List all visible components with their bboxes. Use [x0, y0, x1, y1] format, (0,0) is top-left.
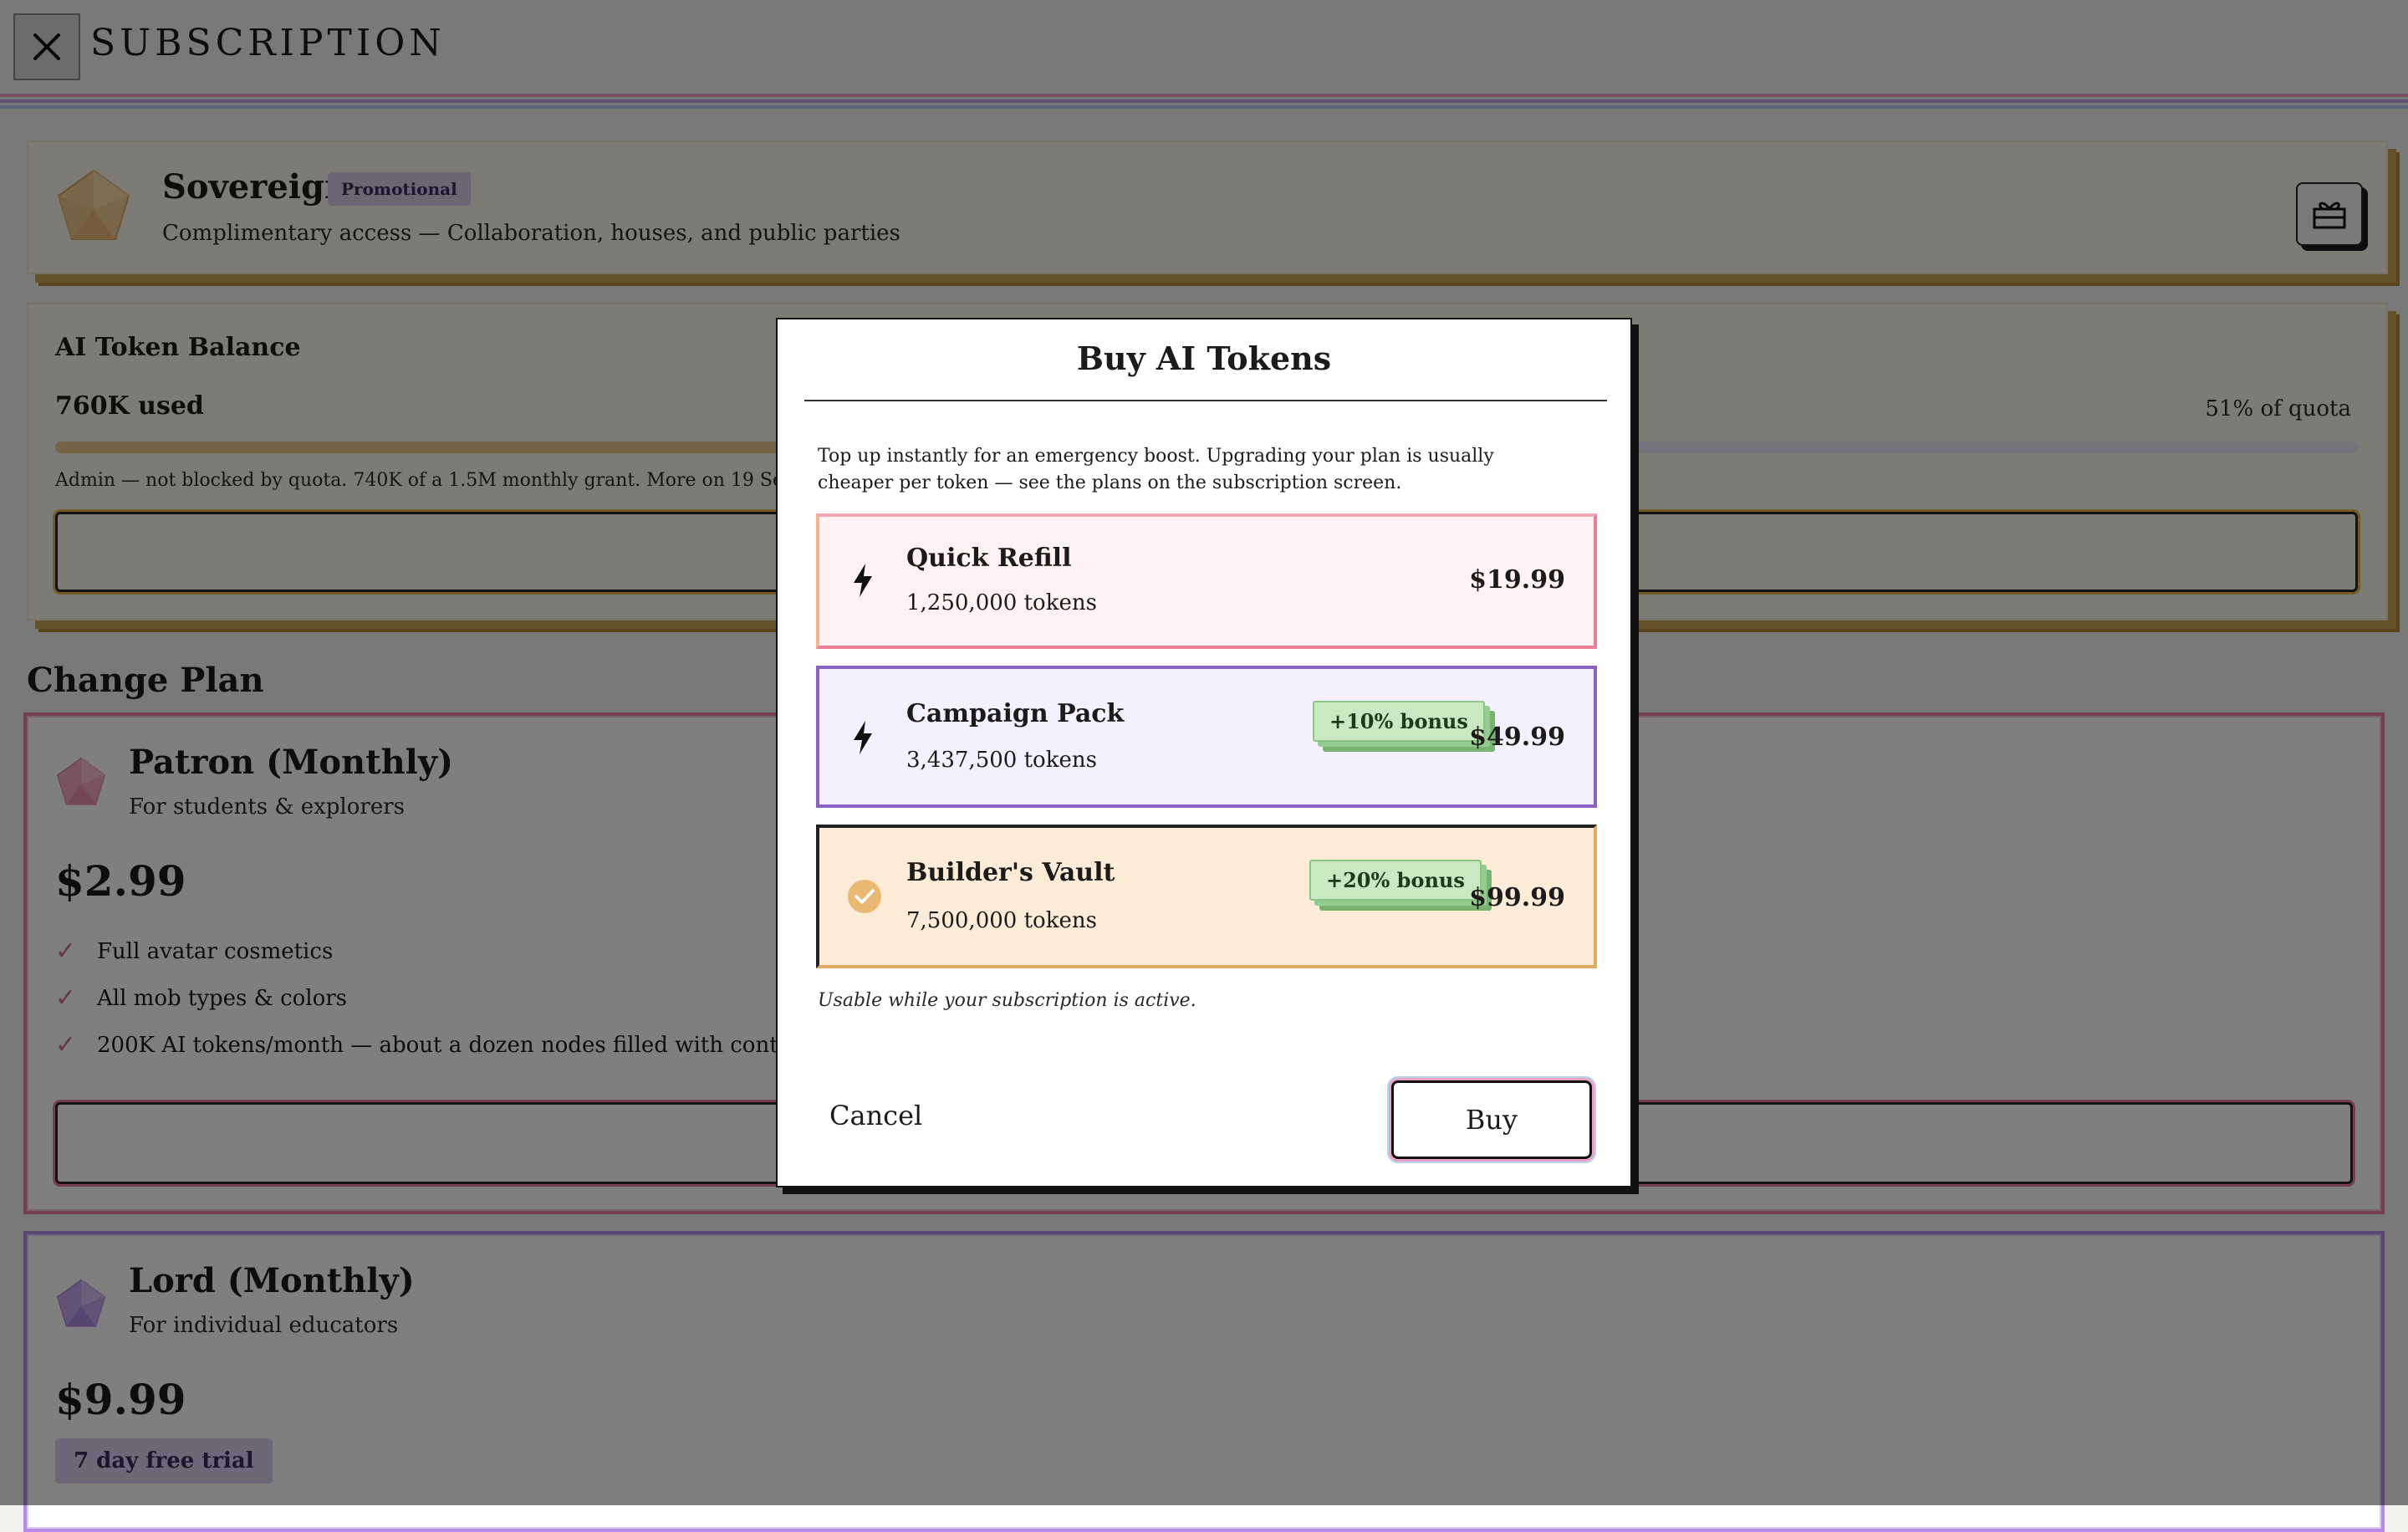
- buy-tokens-dialog: Buy AI Tokens Top up instantly for an em…: [776, 318, 1632, 1187]
- dialog-intro: Top up instantly for an emergency boost.…: [818, 446, 1494, 493]
- dialog-footnote: Usable while your subscription is active…: [818, 990, 1196, 1011]
- dialog-title: Buy AI Tokens: [1076, 340, 1332, 377]
- option-name: Campaign Pack: [906, 699, 1125, 728]
- option-quick-refill[interactable]: Quick Refill 1,250,000 tokens $19.99: [816, 513, 1597, 649]
- option-tokens: 7,500,000 tokens: [906, 908, 1097, 933]
- option-name: Builder's Vault: [906, 858, 1115, 887]
- title-divider: [804, 400, 1607, 401]
- lightning-icon: [854, 564, 872, 597]
- option-price: $99.99: [1469, 883, 1565, 912]
- lightning-icon: [854, 721, 872, 754]
- cancel-button[interactable]: Cancel: [816, 1077, 992, 1154]
- option-campaign-pack[interactable]: Campaign Pack 3,437,500 tokens +10% bonu…: [816, 666, 1597, 808]
- option-tokens: 1,250,000 tokens: [906, 590, 1097, 615]
- option-price: $19.99: [1469, 565, 1565, 595]
- buy-button[interactable]: Buy: [1391, 1080, 1592, 1159]
- option-builders-vault[interactable]: Builder's Vault 7,500,000 tokens +20% bo…: [816, 825, 1597, 968]
- option-tokens: 3,437,500 tokens: [906, 748, 1097, 773]
- check-circle-icon: [848, 880, 881, 913]
- bonus-badge: +10% bonus: [1313, 701, 1485, 742]
- option-price: $49.99: [1469, 723, 1565, 752]
- bonus-badge: +20% bonus: [1309, 860, 1482, 901]
- option-name: Quick Refill: [906, 544, 1072, 573]
